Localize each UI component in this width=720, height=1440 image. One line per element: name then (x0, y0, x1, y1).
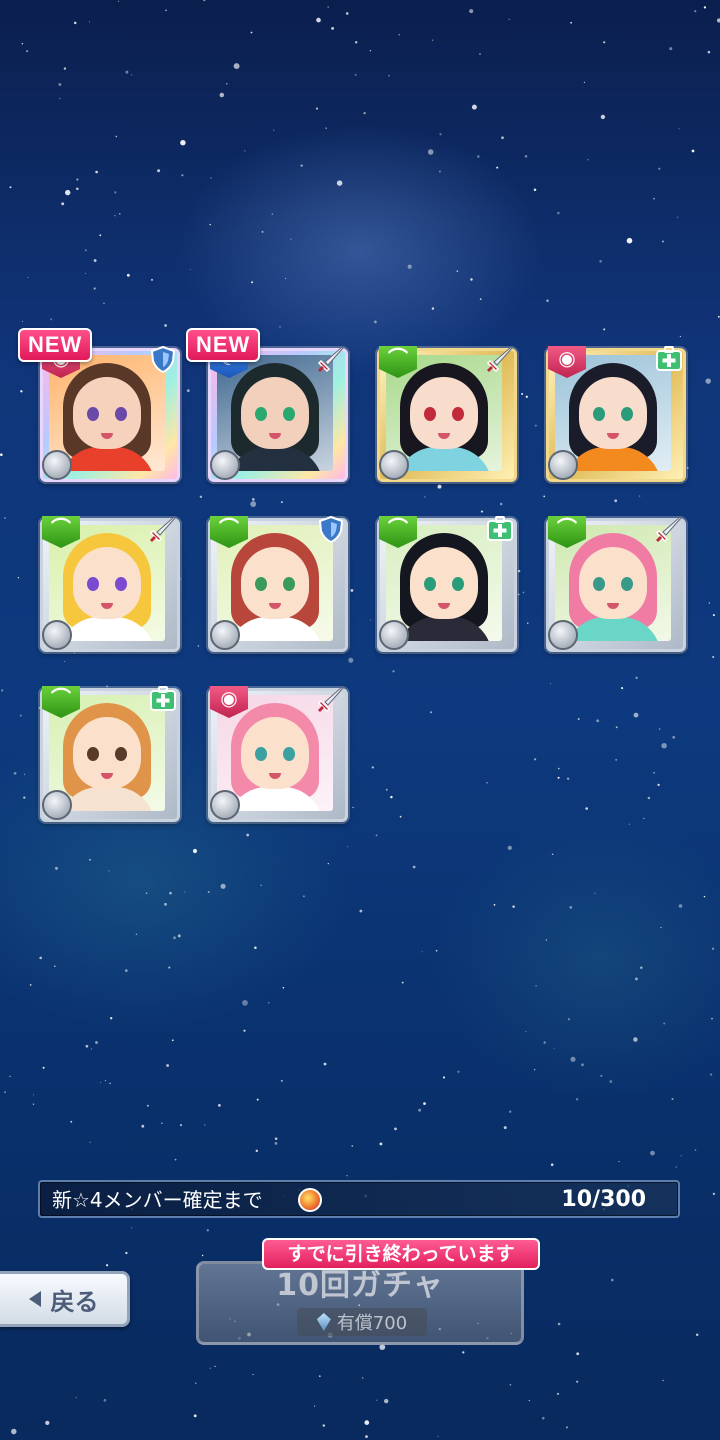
character-card[interactable]: ⌒ (546, 514, 686, 652)
whip-icon (379, 450, 409, 480)
character-card[interactable]: ◉ (208, 684, 348, 822)
character-card[interactable]: ⌒ (40, 514, 180, 652)
back-button-label: 戻る (50, 1287, 99, 1316)
character-card[interactable]: ◉ (546, 344, 686, 482)
back-arrow-icon (28, 1291, 41, 1307)
shield-icon (316, 514, 346, 544)
sword-icon (148, 514, 178, 544)
gun-icon (548, 450, 578, 480)
back-button[interactable]: 戻る (0, 1271, 130, 1327)
gacha-button-title: 10回ガチャ (276, 1268, 444, 1303)
medal-icon (298, 1188, 322, 1212)
hammer-icon (548, 620, 578, 650)
character-card[interactable]: ⌒ (377, 344, 517, 482)
paid-gem-icon (316, 1313, 331, 1331)
character-card[interactable]: ◉NEW (18, 328, 180, 482)
character-card[interactable]: ⌒ (40, 684, 180, 822)
sword-icon (654, 514, 684, 544)
sword-icon (485, 344, 515, 374)
shield-icon (148, 344, 178, 374)
heal-icon (654, 344, 684, 374)
gacha-cost: 有償700 (297, 1308, 427, 1336)
character-card[interactable]: ☾NEW (186, 328, 348, 482)
sword-icon (316, 684, 346, 714)
guarantee-progress-count: 10/300 (561, 1187, 646, 1212)
dagger-icon (42, 620, 72, 650)
already-pulled-tag: すでに引き終わっています (262, 1238, 540, 1270)
heal-icon (148, 684, 178, 714)
sword-icon (316, 344, 346, 374)
character-card[interactable]: ⌒ (208, 514, 348, 652)
dagger-icon (42, 450, 72, 480)
gacha-cost-label: 有償700 (336, 1313, 408, 1334)
new-tag: NEW (186, 328, 261, 362)
hammer-icon (210, 790, 240, 820)
ten-pull-gacha-button[interactable]: 10回ガチャ 有償700 (196, 1261, 524, 1345)
gun-icon (379, 620, 409, 650)
dagger-icon (210, 620, 240, 650)
heal-icon (485, 514, 515, 544)
dagger-icon (210, 450, 240, 480)
hammer-icon (42, 790, 72, 820)
guarantee-progress-label: 新☆4メンバー確定まで (52, 1188, 263, 1212)
new-tag: NEW (18, 328, 93, 362)
guarantee-progress-bar: 新☆4メンバー確定まで 10/300 (38, 1180, 680, 1218)
character-card[interactable]: ⌒ (377, 514, 517, 652)
